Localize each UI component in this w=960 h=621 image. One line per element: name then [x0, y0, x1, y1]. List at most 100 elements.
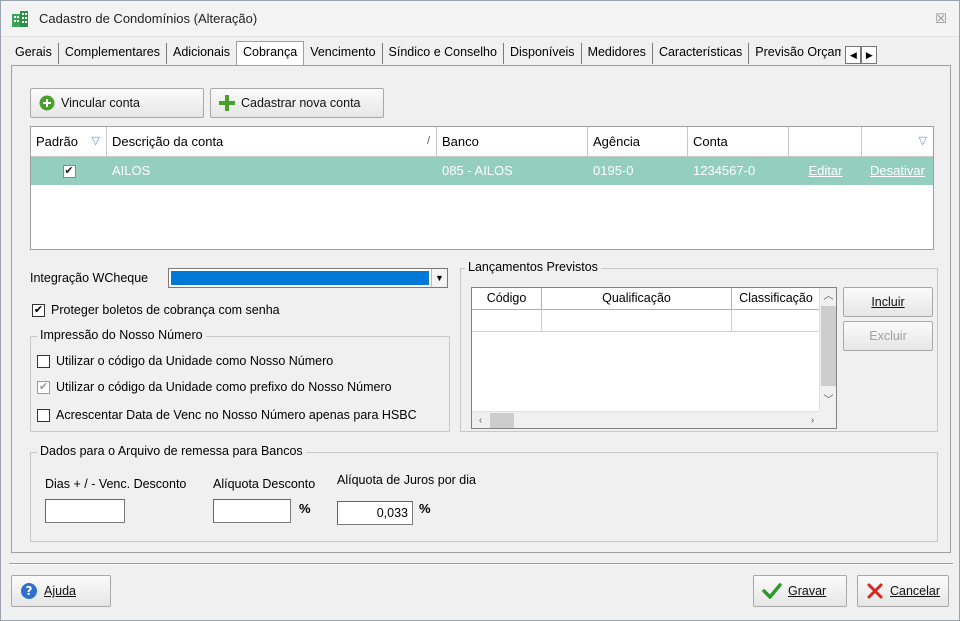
- close-icon[interactable]: ☒: [931, 9, 951, 29]
- edit-link[interactable]: Editar: [809, 163, 843, 178]
- tab-scroll-right-icon[interactable]: ▶: [861, 46, 878, 64]
- filter-icon[interactable]: ▽: [919, 127, 927, 156]
- chevron-left-icon[interactable]: ‹: [472, 412, 489, 429]
- col-padrao[interactable]: Padrão ▽: [31, 127, 107, 156]
- lancamentos-group: Lançamentos Previstos Código Qualificaçã…: [460, 260, 938, 432]
- nosso-numero-legend: Impressão do Nosso Número: [37, 328, 206, 342]
- window: Cadastro de Condomínios (Alteração) ☒ Ge…: [0, 0, 960, 621]
- chevron-down-icon[interactable]: ﹀: [820, 392, 837, 409]
- col-banco[interactable]: Banco: [437, 127, 588, 156]
- padrao-checkbox[interactable]: ✔: [62, 164, 76, 178]
- svg-text:?: ?: [26, 584, 33, 598]
- col-codigo[interactable]: Código: [472, 288, 542, 309]
- new-account-button[interactable]: Cadastrar nova conta: [210, 88, 384, 118]
- help-button[interactable]: ? Ajuda: [11, 575, 111, 607]
- col-qualificacao[interactable]: Qualificação: [542, 288, 732, 309]
- tab-sindico-conselho[interactable]: Síndico e Conselho: [383, 43, 504, 64]
- agencia-cell: 0195-0: [593, 163, 634, 178]
- col-desativar: ▽: [862, 127, 933, 156]
- title-bar: Cadastro de Condomínios (Alteração) ☒: [1, 1, 959, 37]
- percent-label: %: [419, 501, 431, 516]
- col-agencia[interactable]: Agência: [588, 127, 688, 156]
- scroll-thumb[interactable]: [821, 306, 836, 386]
- col-editar: [789, 127, 862, 156]
- percent-label: %: [299, 501, 311, 516]
- aliquota-juros-field[interactable]: 0,033: [337, 501, 413, 525]
- chevron-up-icon[interactable]: ︿: [820, 288, 837, 305]
- col-descricao[interactable]: Descrição da conta /: [107, 127, 437, 156]
- col-classificacao[interactable]: Classificação: [732, 288, 821, 309]
- banco-cell: 085 - AILOS: [442, 163, 513, 178]
- deactivate-link[interactable]: Desativar: [870, 163, 925, 178]
- lancamentos-legend: Lançamentos Previstos: [465, 260, 601, 274]
- remessa-group: Dados para o Arquivo de remessa para Ban…: [30, 444, 938, 542]
- option-1-checkbox[interactable]: [37, 354, 50, 368]
- cobranca-panel: Vincular conta Cadastrar nova conta Padr…: [11, 65, 951, 553]
- deactivate-cell: Desativar: [862, 157, 933, 185]
- filter-icon[interactable]: ▽: [92, 127, 100, 156]
- descricao-cell: AILOS: [112, 163, 151, 178]
- tab-previsao-orcamentaria[interactable]: Previsão Orçam: [749, 43, 841, 64]
- nosso-numero-option-2[interactable]: ✔ Utilizar o código da Unidade como pref…: [37, 380, 392, 394]
- vertical-scrollbar[interactable]: ︿ ﹀: [819, 288, 836, 412]
- save-button[interactable]: Gravar: [753, 575, 847, 607]
- new-account-label: Cadastrar nova conta: [241, 96, 361, 110]
- edit-cell: Editar: [789, 157, 862, 185]
- protect-checkbox-row[interactable]: ✔ Proteger boletos de cobrança com senha: [32, 303, 280, 317]
- option-3-checkbox[interactable]: [37, 408, 50, 422]
- tab-scroll: ◀ ▶: [845, 46, 878, 64]
- accounts-grid: Padrão ▽ Descrição da conta / Banco Agênci…: [30, 126, 934, 250]
- accounts-grid-header: Padrão ▽ Descrição da conta / Banco Agênci…: [31, 127, 933, 157]
- check-icon: [762, 582, 782, 600]
- lancamentos-grid: Código Qualificação Classificação ︿ ﹀ ‹ …: [471, 287, 837, 429]
- tab-adicionais[interactable]: Adicionais: [167, 43, 236, 64]
- include-button[interactable]: Incluir: [843, 287, 933, 317]
- nosso-numero-option-1[interactable]: Utilizar o código da Unidade como Nosso …: [37, 354, 333, 368]
- aliquota-juros-label: Alíquota de Juros por dia: [337, 473, 476, 487]
- link-account-label: Vincular conta: [61, 96, 140, 110]
- lancamentos-header: Código Qualificação Classificação: [472, 288, 836, 310]
- cancel-button[interactable]: Cancelar: [857, 575, 949, 607]
- horizontal-scrollbar[interactable]: ‹ ›: [472, 411, 821, 428]
- protect-checkbox[interactable]: ✔: [32, 303, 45, 317]
- building-icon: [11, 10, 29, 28]
- exclude-button[interactable]: Excluir: [843, 321, 933, 351]
- option-2-checkbox[interactable]: ✔: [37, 380, 50, 394]
- tab-cobranca[interactable]: Cobrança: [236, 41, 305, 65]
- tab-strip: Gerais Complementares Adicionais Cobranç…: [9, 41, 953, 65]
- tab-vencimento[interactable]: Vencimento: [304, 43, 383, 64]
- conta-cell: 1234567-0: [693, 163, 756, 178]
- padrao-cell[interactable]: ✔: [31, 157, 107, 185]
- integration-combo[interactable]: ▼: [168, 268, 448, 288]
- integration-value: [171, 271, 429, 285]
- nosso-numero-group: Impressão do Nosso Número Utilizar o cód…: [30, 328, 450, 432]
- dias-field[interactable]: [45, 499, 125, 523]
- tab-scroll-left-icon[interactable]: ◀: [845, 46, 862, 64]
- scroll-corner: [819, 411, 836, 428]
- link-account-button[interactable]: Vincular conta: [30, 88, 204, 118]
- help-icon: ?: [20, 582, 38, 600]
- tab-caracteristicas[interactable]: Características: [653, 43, 750, 64]
- close-icon: [866, 582, 884, 600]
- sort-icon: /: [426, 135, 430, 147]
- integration-label: Integração WCheque: [30, 271, 149, 285]
- tab-medidores[interactable]: Medidores: [582, 43, 653, 64]
- aliquota-desconto-field[interactable]: [213, 499, 291, 523]
- aliquota-desconto-label: Alíquota Desconto: [213, 477, 316, 491]
- col-conta[interactable]: Conta: [688, 127, 789, 156]
- chevron-down-icon[interactable]: ▼: [431, 269, 447, 287]
- table-row[interactable]: ✔ AILOS 085 - AILOS 0195-0 1234567-0 Edi…: [31, 157, 933, 185]
- nosso-numero-option-3[interactable]: Acrescentar Data de Venc no Nosso Número…: [37, 408, 417, 422]
- plus-circle-icon: [39, 95, 55, 111]
- remessa-legend: Dados para o Arquivo de remessa para Ban…: [37, 444, 306, 458]
- tab-gerais[interactable]: Gerais: [9, 43, 59, 64]
- scroll-thumb[interactable]: [490, 413, 514, 428]
- protect-label: Proteger boletos de cobrança com senha: [51, 303, 280, 317]
- table-row[interactable]: [472, 310, 836, 332]
- window-title: Cadastro de Condomínios (Alteração): [39, 11, 258, 26]
- footer-separator: [9, 563, 953, 565]
- tab-disponiveis[interactable]: Disponíveis: [504, 43, 582, 64]
- plus-icon: [219, 95, 235, 111]
- tab-complementares[interactable]: Complementares: [59, 43, 168, 64]
- dias-label: Dias + / - Venc. Desconto: [45, 477, 187, 491]
